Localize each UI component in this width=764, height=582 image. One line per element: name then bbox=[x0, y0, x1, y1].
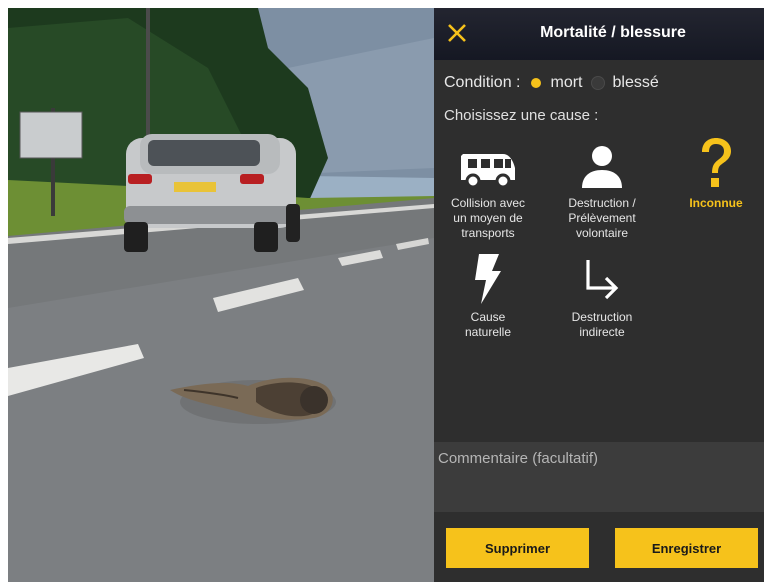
cause-destruction-indirecte[interactable]: Destruction indirecte bbox=[547, 252, 657, 340]
panel-header: Mortalité / blessure bbox=[434, 8, 764, 60]
radio-blesse-label: blessé bbox=[612, 74, 659, 91]
cause-inconnue[interactable]: Inconnue bbox=[661, 138, 764, 211]
bus-icon bbox=[433, 138, 543, 190]
cause-naturelle[interactable]: Cause naturelle bbox=[433, 252, 543, 340]
person-icon bbox=[547, 138, 657, 190]
radio-selected-icon bbox=[528, 76, 543, 90]
radio-unselected-icon bbox=[590, 76, 605, 90]
cause-destruction-indirecte-label: Destruction indirecte bbox=[571, 310, 633, 339]
cause-destruction-volontaire[interactable]: Destruction / Prélèvement volontaire bbox=[547, 138, 657, 241]
cause-prompt: Choisissez une cause : bbox=[444, 107, 599, 124]
observation-photo bbox=[8, 8, 434, 582]
condition-row: Condition : mort blessé bbox=[444, 74, 659, 92]
cause-collision[interactable]: Collision avec un moyen de transports bbox=[433, 138, 543, 241]
delete-button[interactable]: Supprimer bbox=[446, 528, 589, 568]
mortality-form-panel: Mortalité / blessure Condition : mort bl… bbox=[434, 8, 764, 582]
comment-box bbox=[434, 442, 764, 512]
cause-destruction-volontaire-label: Destruction / Prélèvement volontaire bbox=[568, 196, 636, 240]
cause-inconnue-label: Inconnue bbox=[689, 196, 743, 210]
question-icon bbox=[661, 138, 764, 190]
panel-title: Mortalité / blessure bbox=[540, 24, 686, 41]
comment-input[interactable] bbox=[434, 442, 764, 512]
radio-mort-label: mort bbox=[550, 74, 583, 91]
turn-arrow-icon bbox=[547, 252, 657, 304]
save-button[interactable]: Enregistrer bbox=[615, 528, 758, 568]
lightning-icon bbox=[433, 252, 543, 304]
cause-naturelle-label: Cause naturelle bbox=[464, 310, 512, 339]
condition-label: Condition : bbox=[444, 74, 521, 91]
radio-mort[interactable]: mort bbox=[528, 74, 583, 92]
cause-collision-label: Collision avec un moyen de transports bbox=[450, 196, 526, 240]
radio-blesse[interactable]: blessé bbox=[590, 74, 659, 92]
